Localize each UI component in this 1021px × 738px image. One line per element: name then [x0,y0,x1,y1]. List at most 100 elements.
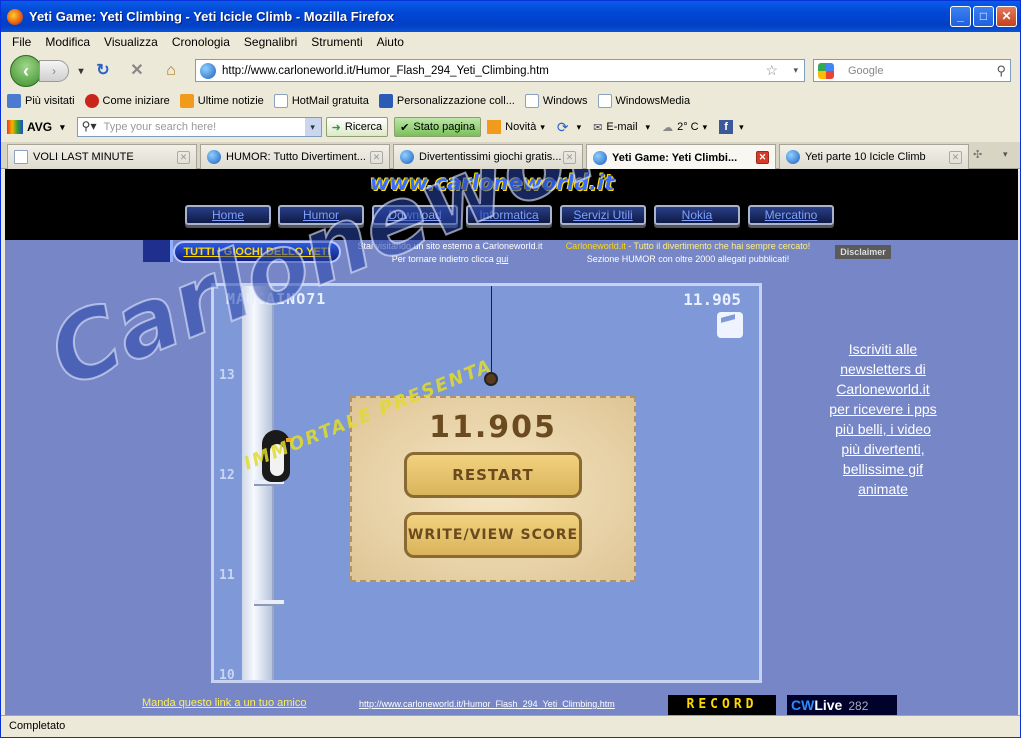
tab-voli[interactable]: VOLI LAST MINUTE ✕ [7,144,197,169]
nav-servizi-utili[interactable]: Servizi Utili [560,205,646,225]
weather-menu[interactable]: ☁ 2° C ▾ [662,121,707,134]
stop-icon[interactable]: ✕ [127,61,147,81]
forward-button[interactable]: › [39,60,69,82]
close-button[interactable]: ✕ [996,6,1017,27]
cwlive-counter[interactable]: CWLive 282 [787,695,897,715]
external-site-notice: Stai visitando un sito esterno a Carlone… [357,241,543,264]
facebook-menu[interactable]: f ▾ [719,120,744,134]
level-marker: 10 [219,668,235,683]
nav-mercatino[interactable]: Mercatino [748,205,834,225]
chevron-down-icon: ▾ [576,121,582,132]
bookmark-item[interactable]: Ultime notizie [179,94,264,108]
getting-started-icon [84,94,99,108]
site-footer: Manda questo link a un tuo amico http://… [5,695,1018,715]
tab-humor[interactable]: HUMOR: Tutto Divertiment... ✕ [200,144,390,169]
bookmark-item[interactable]: WindowsMedia [597,94,690,108]
avg-toolbar: AVG ▾ ⚲▾ Type your search here! ▾ ➜ Ricerc… [1,114,1020,140]
menu-cronologia[interactable]: Cronologia [172,35,230,49]
envelope-icon: ✉ [593,121,603,134]
tab-bar: VOLI LAST MINUTE ✕ HUMOR: Tutto Divertime… [1,142,1020,170]
menu-file[interactable]: File [12,35,31,49]
page-status-button[interactable]: ✔ Stato pagina [394,117,482,137]
page-icon [14,150,28,164]
yeti-games-button[interactable]: TUTTI I GIOCHI DELLO YETI [173,241,341,263]
record-banner[interactable]: RECORD [668,695,776,715]
send-link-to-friend[interactable]: Manda questo link a un tuo amico [142,697,307,709]
menu-aiuto[interactable]: Aiuto [377,35,404,49]
avg-search-button[interactable]: ➜ Ricerca [325,117,389,137]
player-score: 11.905 [683,290,741,309]
page-content: www.carloneworld.it Home Humor Download … [5,169,1018,715]
close-tab-icon[interactable]: ✕ [756,151,769,164]
news-menu[interactable]: Novità ▾ [487,120,545,134]
nav-nokia[interactable]: Nokia [654,205,740,225]
minimize-button[interactable]: _ [950,6,971,27]
tab-yeti-parte10[interactable]: Yeti parte 10 Icicle Climb ✕ [779,144,969,169]
close-tab-icon[interactable]: ✕ [949,151,962,164]
menu-segnalibri[interactable]: Segnalibri [244,35,297,49]
ie-icon [207,150,221,164]
tab-giochi[interactable]: Divertentissimi giochi gratis... ✕ [393,144,583,169]
spider-icon [484,372,498,386]
tab-scroll-icon[interactable]: ✣ [973,148,982,161]
rss-icon [179,94,194,108]
site-identity-icon[interactable] [200,62,216,79]
window-title: Yeti Game: Yeti Climbing - Yeti Icicle C… [29,9,395,24]
refresh-icon: ⟳ [556,118,569,135]
chevron-down-icon[interactable]: ▾ [304,118,321,136]
browser-window: Yeti Game: Yeti Climbing - Yeti Icicle C… [0,0,1021,738]
ie-icon [400,150,414,164]
nav-informatica[interactable]: Informatica [466,205,552,225]
ie-icon [593,150,607,165]
nav-home[interactable]: Home [185,205,271,225]
bookmark-item[interactable]: Personalizzazione coll... [378,94,515,108]
close-tab-icon[interactable]: ✕ [177,151,190,164]
write-view-score-button[interactable]: WRITE/VIEW SCORE [404,512,582,558]
history-dropdown-icon[interactable]: ▾ [71,62,91,82]
flash-game[interactable]: 13 12 11 10 MAUCAINO71 11.905 11.905 RES… [211,283,762,683]
site-logo[interactable]: www.carloneworld.it [370,171,614,195]
address-bar[interactable]: http://www.carloneworld.it/Humor_Flash_2… [195,59,805,82]
url-dropdown-icon[interactable]: ▾ [793,65,798,76]
chevron-down-icon[interactable]: ▾ [60,122,65,133]
bookmarks-toolbar: Più visitati Come iniziare Ultime notizi… [1,90,1020,112]
most-visited-icon [7,94,21,108]
cloud-icon: ☁ [662,121,674,134]
nav-download[interactable]: Download [372,205,458,225]
back-arrow-icon[interactable] [143,240,173,262]
tab-yeti-active[interactable]: Yeti Game: Yeti Climbi... ✕ [586,144,776,170]
score-panel: 11.905 RESTART WRITE/VIEW SCORE [350,396,636,582]
bookmark-star-icon[interactable]: ☆ [765,62,778,79]
bookmark-item[interactable]: Come iniziare [84,94,170,108]
newsletter-link[interactable]: Iscriviti alle newsletters di Carlonewor… [827,339,939,499]
home-icon[interactable]: ⌂ [161,61,181,81]
menu-strumenti[interactable]: Strumenti [311,35,362,49]
bookmark-item[interactable]: Più visitati [7,94,75,108]
list-all-tabs-icon[interactable]: ▾ [1003,149,1008,160]
email-menu[interactable]: ✉ E-mail ▾ [593,121,650,134]
avg-logo[interactable]: AVG ▾ [7,120,65,134]
close-tab-icon[interactable]: ✕ [370,151,383,164]
refresh-menu[interactable]: ⟳ ▾ [557,119,581,136]
bookmark-item[interactable]: HotMail gratuita [273,94,369,108]
rss-icon [487,120,502,134]
search-box[interactable]: Google ⚲ [813,59,1011,82]
google-engine-icon[interactable] [818,62,834,79]
restart-button[interactable]: RESTART [404,452,582,498]
menu-visualizza[interactable]: Visualizza [104,35,158,49]
reload-icon[interactable]: ↻ [93,61,113,81]
search-icon: ⚲▾ [81,119,97,133]
back-button[interactable]: ‹ [10,55,42,87]
avg-search-input[interactable]: ⚲▾ Type your search here! ▾ [76,117,322,137]
disclaimer-button[interactable]: Disclaimer [835,245,891,259]
go-back-link[interactable]: qui [496,254,508,264]
nav-humor[interactable]: Humor [278,205,364,225]
bookmark-item[interactable]: Windows [524,94,588,108]
menu-modifica[interactable]: Modifica [45,35,90,49]
close-tab-icon[interactable]: ✕ [563,151,576,164]
page-icon [273,94,288,108]
arrow-icon: ➜ [331,121,341,134]
search-icon[interactable]: ⚲ [996,63,1006,79]
page-url-link[interactable]: http://www.carloneworld.it/Humor_Flash_2… [359,699,615,709]
maximize-button[interactable]: □ [973,6,994,27]
